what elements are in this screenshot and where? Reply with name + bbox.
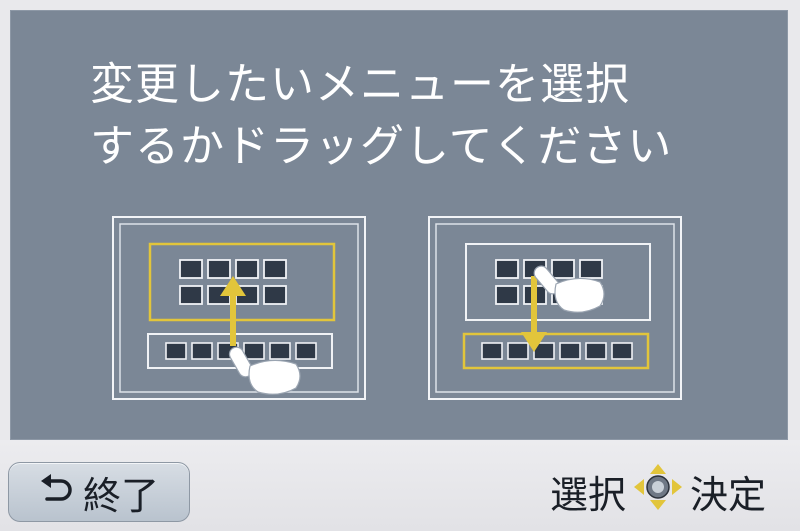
confirm-label: 決定 [689,472,766,517]
drag-down-illustration [428,216,682,400]
drag-up-illustration [112,216,366,400]
end-label: 終了 [82,473,159,518]
cross-key-icon [632,462,684,521]
instruction-line-1: 変更したいメニューを選択 [90,59,630,110]
select-label: 選択 [549,472,626,517]
instruction-line-2: するかドラッグしてください [90,121,673,172]
footer-hint: 選択 決定 [550,462,766,520]
return-arrow-icon [39,473,75,511]
end-button[interactable]: 終了 [8,462,190,522]
footer-bar: 終了 選択 決定 [0,440,800,531]
instruction-text: 変更したいメニューを選択 するかドラッグしてください [90,54,770,178]
